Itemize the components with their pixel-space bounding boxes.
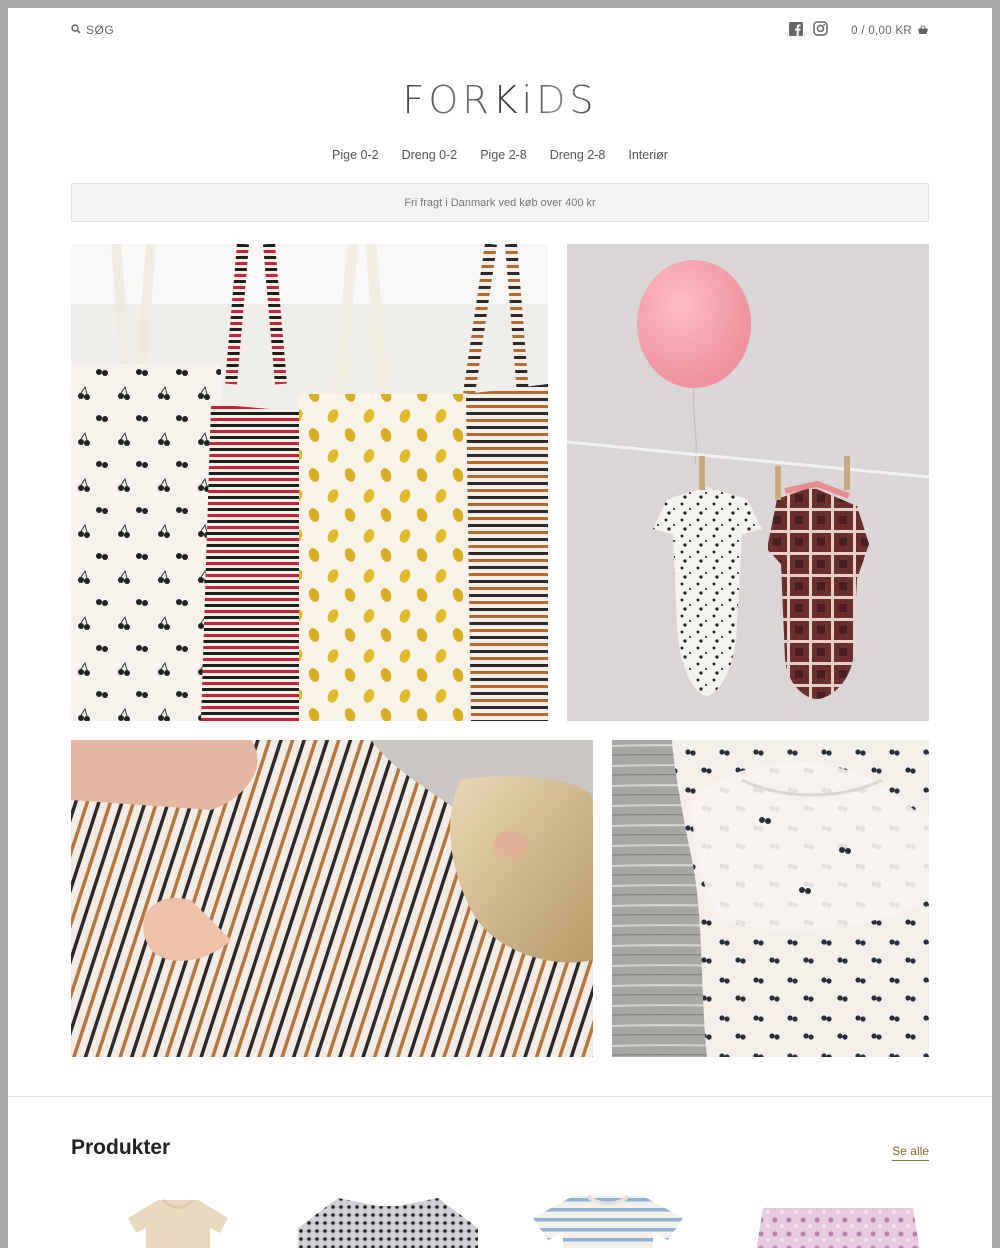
collection-image-ruffle-top[interactable] (612, 740, 929, 1057)
see-all-link[interactable]: Se alle (892, 1144, 929, 1161)
logo-text: FORKiDS (402, 78, 598, 122)
main-nav: Pige 0-2 Dreng 0-2 Pige 2-8 Dreng 2-8 In… (8, 148, 992, 162)
page: SØG 0 / 0,00 KR FORKiDS Pige 0-2 Dreng 0… (8, 8, 992, 1248)
search-button[interactable]: SØG (71, 21, 114, 39)
nav-item-pige-0-2[interactable]: Pige 0-2 (332, 148, 379, 162)
nav-item-interior[interactable]: Interiør (628, 148, 668, 162)
product-card-striped-tee[interactable] (518, 1188, 698, 1248)
nav-item-pige-2-8[interactable]: Pige 2-8 (480, 148, 527, 162)
announcement-bar: Fri fragt i Danmark ved køb over 400 kr (71, 183, 929, 222)
search-label: SØG (86, 23, 115, 37)
cart-button[interactable]: 0 / 0,00 KR (851, 25, 929, 38)
products-section-title: Produkter (71, 1136, 171, 1159)
product-card-dotted-top[interactable] (298, 1188, 478, 1248)
product-card-beige-bodysuit[interactable] (88, 1188, 268, 1248)
instagram-icon[interactable] (813, 21, 828, 41)
collection-image-tote-bags[interactable] (71, 244, 548, 721)
nav-item-dreng-2-8[interactable]: Dreng 2-8 (550, 148, 606, 162)
social-links (789, 21, 828, 41)
product-card-floral-skirt[interactable] (743, 1188, 923, 1248)
nav-item-dreng-0-2[interactable]: Dreng 0-2 (402, 148, 458, 162)
header-tools: 0 / 0,00 KR (789, 21, 929, 41)
top-bar: SØG 0 / 0,00 KR (71, 21, 929, 43)
collection-image-striped-dress[interactable] (71, 740, 593, 1057)
section-divider (8, 1096, 992, 1097)
collection-image-balloon-bodysuits[interactable] (567, 244, 929, 721)
cart-summary: 0 / 0,00 KR (851, 25, 912, 37)
site-logo[interactable]: FORKiDS (8, 78, 992, 122)
basket-icon (917, 25, 929, 38)
facebook-icon[interactable] (789, 21, 804, 41)
search-icon (71, 21, 81, 39)
